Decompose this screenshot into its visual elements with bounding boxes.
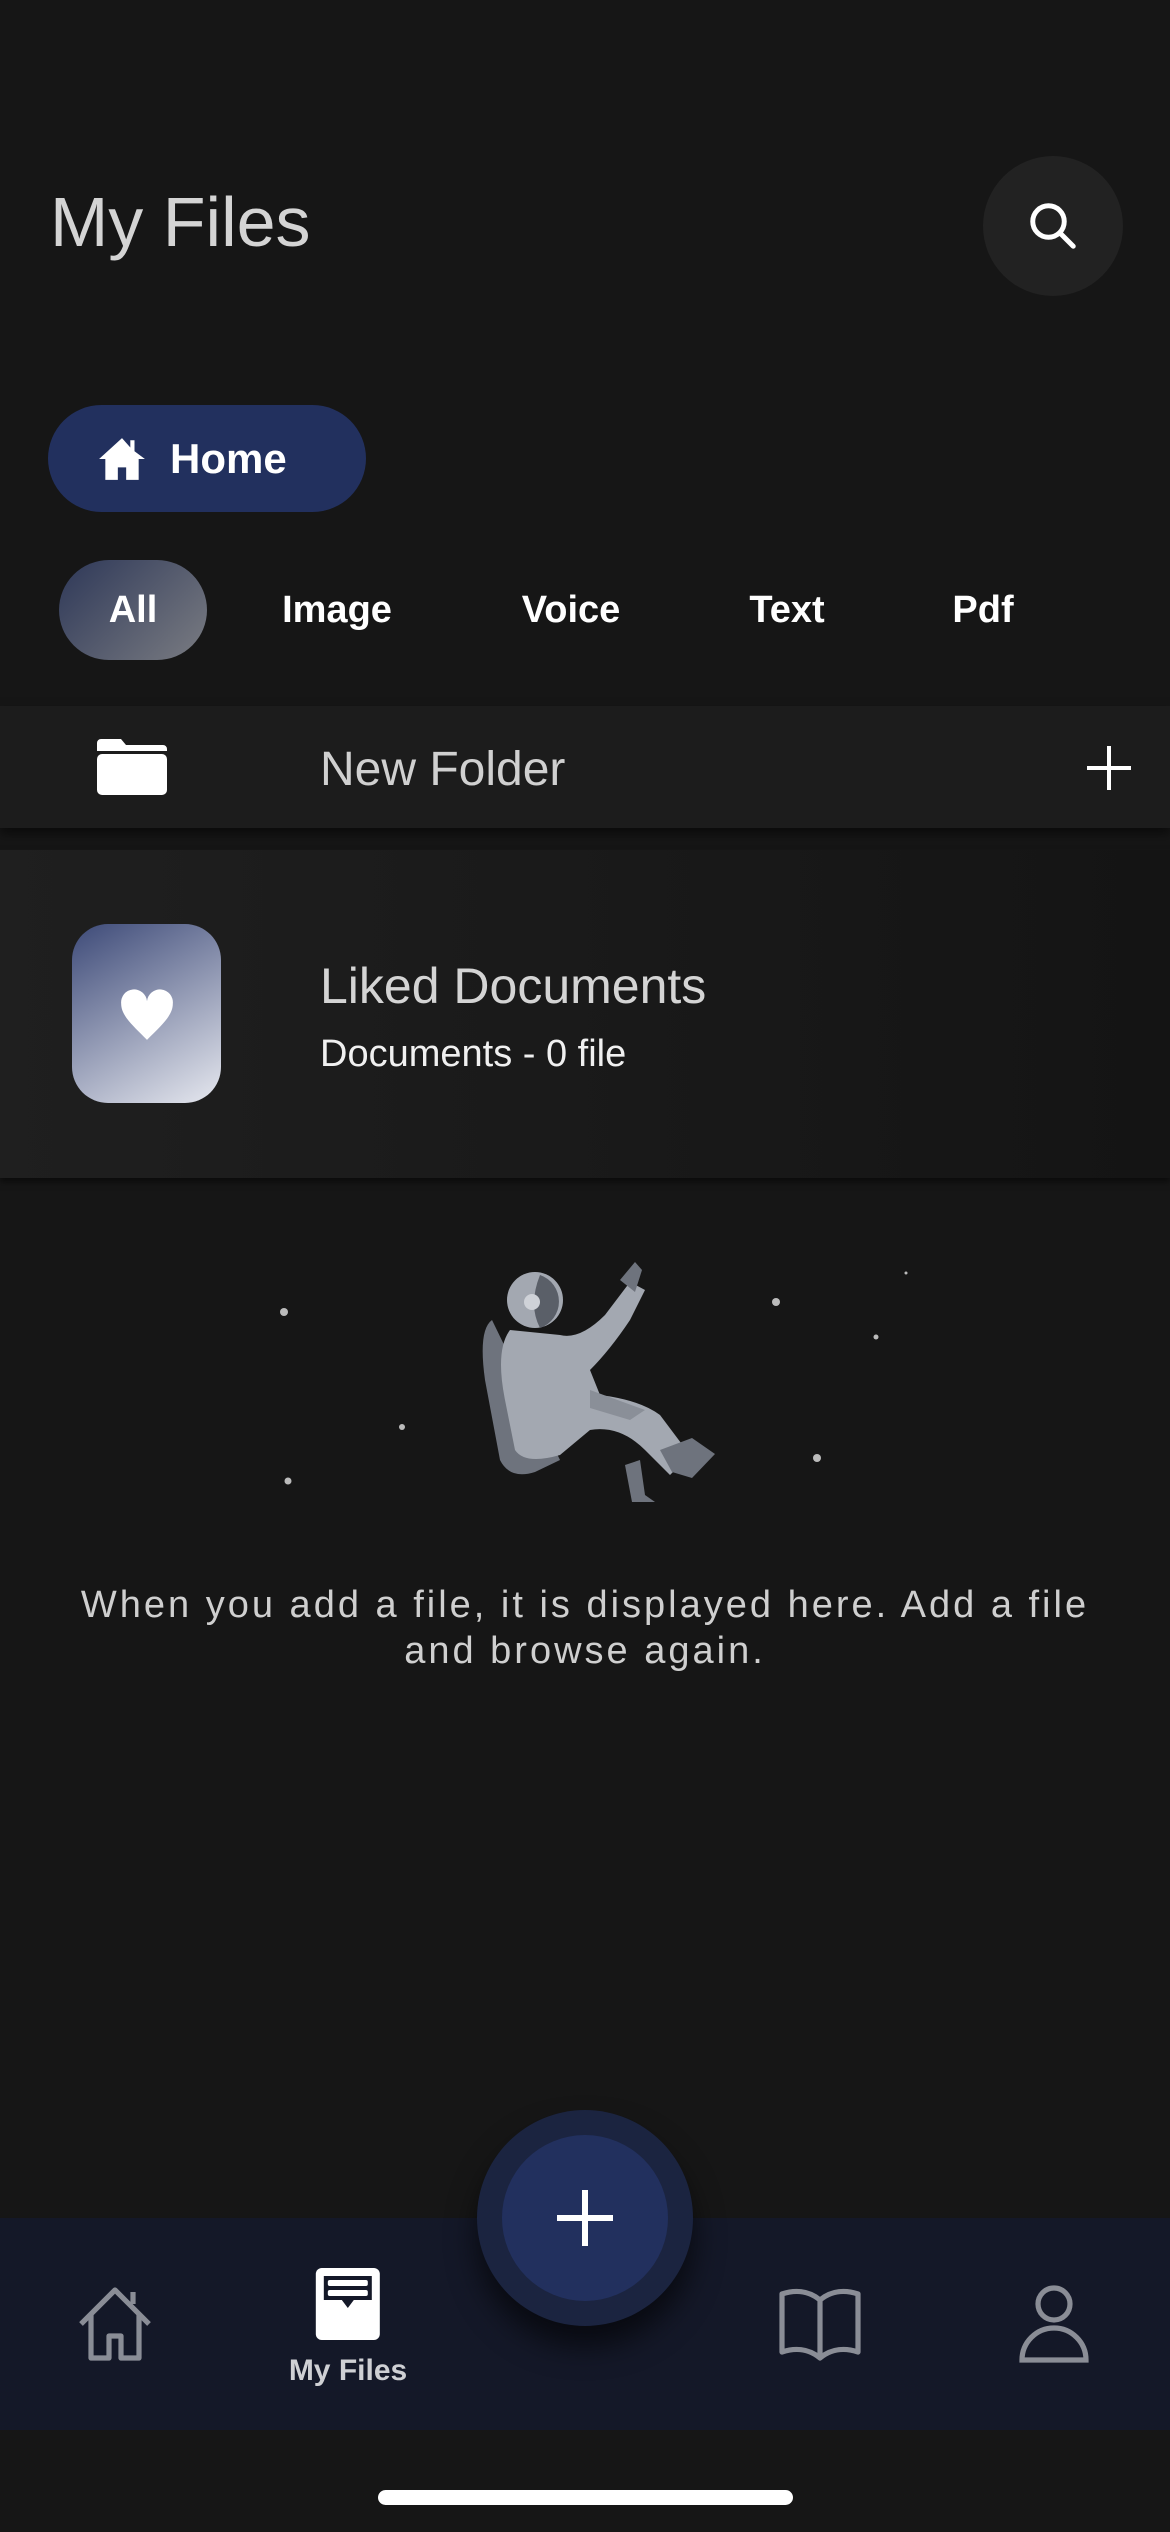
filter-pdf[interactable]: Pdf [952,560,1013,660]
filter-image[interactable]: Image [282,560,392,660]
filter-voice[interactable]: Voice [522,560,621,660]
add-file-button[interactable] [477,2110,693,2326]
location-home-button[interactable]: Home [48,405,366,512]
liked-documents-row[interactable]: Liked Documents Documents - 0 file [0,850,1170,1178]
home-icon [99,437,145,480]
location-label: Home [170,434,287,482]
liked-documents-thumbnail [72,924,221,1103]
home-icon [79,2287,151,2361]
nav-my-files[interactable]: My Files [289,2218,407,2430]
new-folder-row[interactable]: New Folder [0,706,1170,828]
astronaut-illustration [280,1262,908,1502]
liked-documents-subtitle: Documents - 0 file [320,1033,627,1075]
nav-library[interactable] [778,2218,862,2430]
search-button[interactable] [983,156,1123,296]
filter-all[interactable]: All [59,560,207,660]
file-tray-icon [316,2268,380,2340]
stars-icon [280,1271,908,1485]
home-indicator [378,2490,793,2505]
heart-icon [120,988,173,1040]
person-icon [1019,2285,1089,2363]
plus-icon[interactable] [1085,744,1133,792]
nav-my-files-label: My Files [288,2354,408,2387]
new-folder-label: New Folder [320,743,566,796]
nav-profile[interactable] [1018,2218,1090,2430]
book-icon [779,2288,861,2361]
nav-home[interactable] [75,2218,155,2430]
liked-documents-title: Liked Documents [320,958,707,1014]
search-icon [1030,203,1076,249]
filter-text[interactable]: Text [749,560,824,660]
page-title: My Files [50,183,311,261]
folder-icon [97,739,167,795]
empty-state-message: When you add a file, it is displayed her… [80,1584,1090,1672]
add-file-inner[interactable] [502,2135,668,2301]
plus-icon [557,2190,613,2246]
